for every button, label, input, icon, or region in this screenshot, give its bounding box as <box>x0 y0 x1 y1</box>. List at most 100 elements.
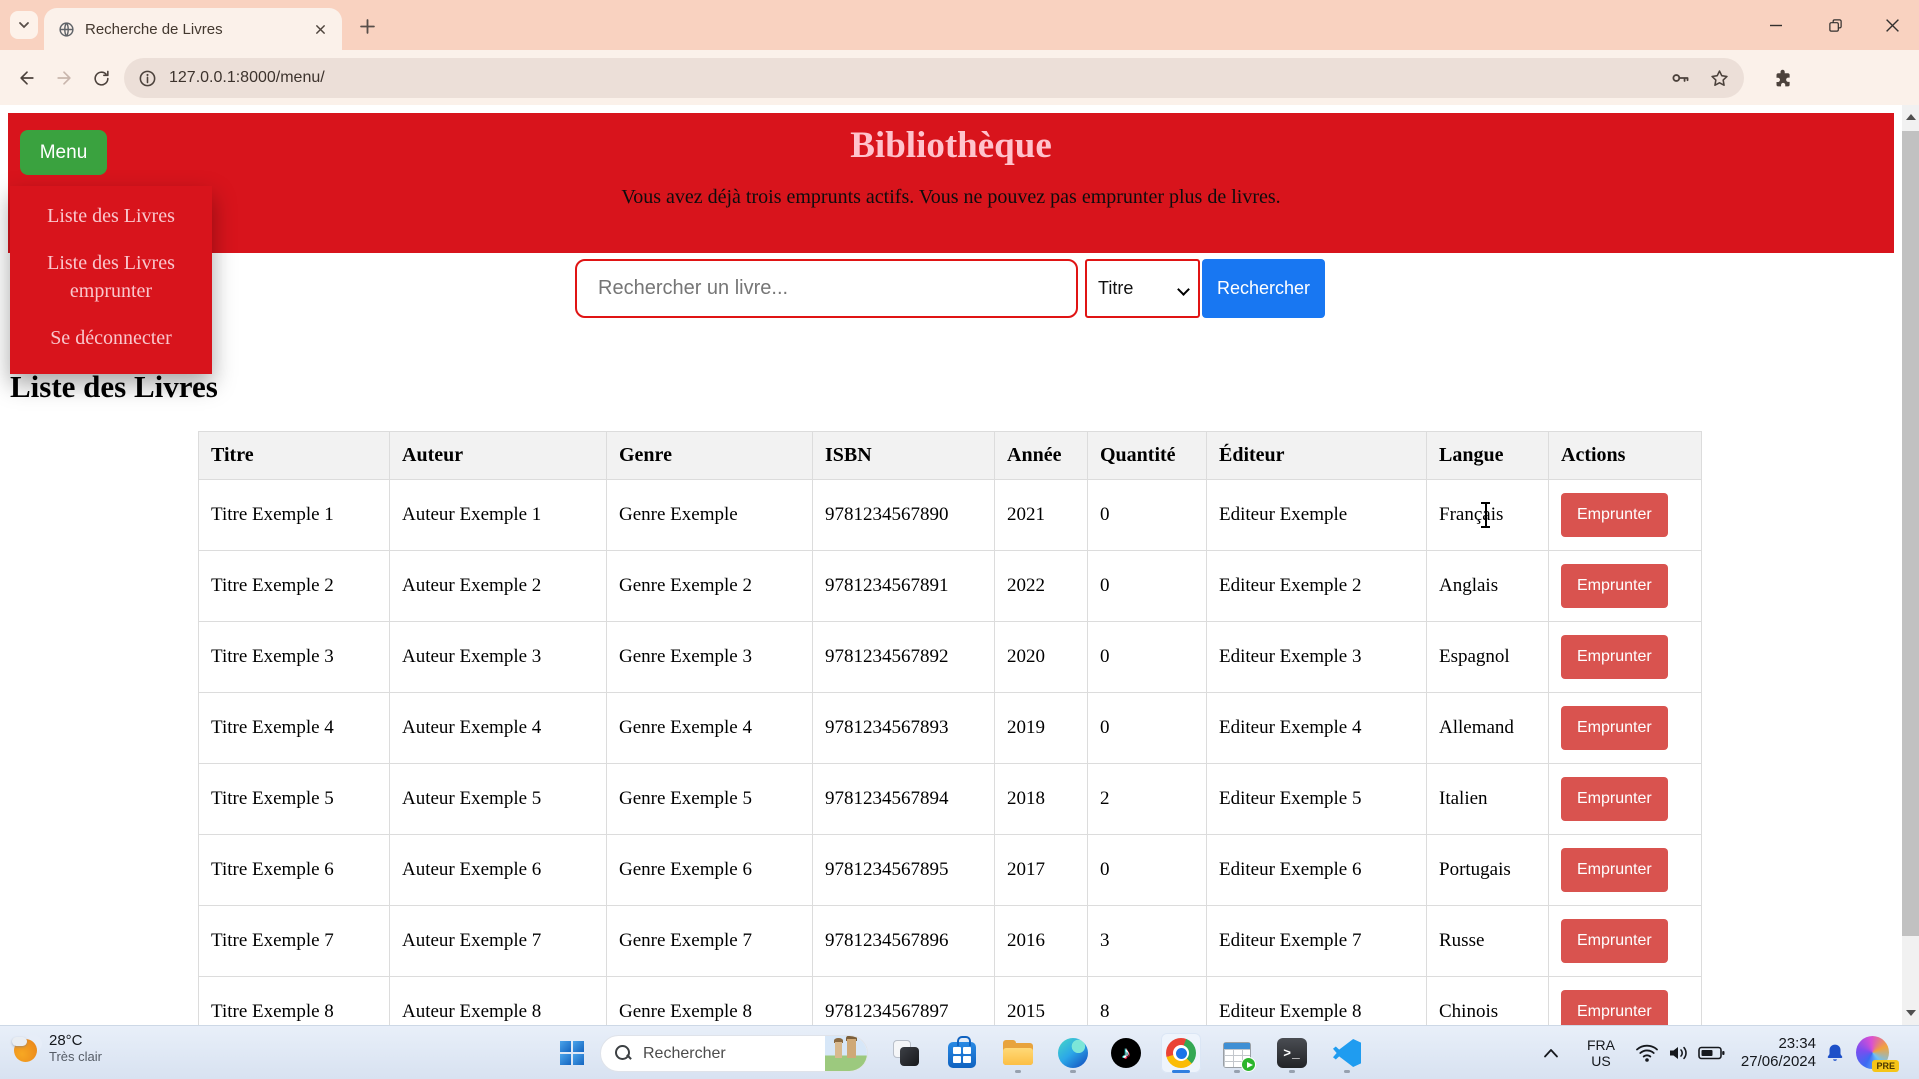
volume-icon <box>1667 1043 1691 1063</box>
reload-icon[interactable] <box>86 63 116 93</box>
cell-titre: Titre Exemple 4 <box>199 693 390 764</box>
edge-icon <box>1058 1038 1088 1068</box>
notifications-button[interactable] <box>1820 1026 1850 1079</box>
cell-annee: 2015 <box>995 977 1088 1026</box>
emprunter-button[interactable]: Emprunter <box>1561 919 1668 963</box>
cell-editeur: Editeur Exemple 5 <box>1207 764 1427 835</box>
cell-langue: Russe <box>1427 906 1549 977</box>
cell-isbn: 9781234567892 <box>813 622 995 693</box>
scrollbar-thumb[interactable] <box>1902 131 1919 936</box>
chrome-icon <box>1166 1038 1196 1068</box>
cell-actions: Emprunter <box>1549 480 1702 551</box>
emprunter-button[interactable]: Emprunter <box>1561 777 1668 821</box>
cell-isbn: 9781234567896 <box>813 906 995 977</box>
menu-item-liste-des-livres[interactable]: Liste des Livres <box>10 202 212 230</box>
page-scrollbar[interactable] <box>1902 105 1919 1025</box>
search-submit-button[interactable]: Rechercher <box>1202 259 1325 318</box>
filter-selected-value: Titre <box>1098 278 1133 299</box>
minimize-icon[interactable] <box>1753 0 1799 50</box>
cell-auteur: Auteur Exemple 1 <box>390 480 607 551</box>
start-button[interactable] <box>552 1033 592 1073</box>
site-title: Bibliothèque <box>8 124 1894 167</box>
cell-genre: Genre Exemple 6 <box>607 835 813 906</box>
menu-item-liste-des-livres-emprunter[interactable]: Liste des Livres emprunter <box>10 249 212 305</box>
close-window-icon[interactable] <box>1869 0 1915 50</box>
col-header-isbn: ISBN <box>813 432 995 480</box>
browser-tabstrip: Recherche de Livres <box>0 0 1919 50</box>
taskbar-search-box[interactable]: Rechercher <box>600 1035 868 1072</box>
cell-langue: Chinois <box>1427 977 1549 1026</box>
emprunter-button[interactable]: Emprunter <box>1561 493 1668 537</box>
scrollbar-up-icon[interactable] <box>1902 107 1919 127</box>
search-input[interactable] <box>575 259 1078 318</box>
cell-auteur: Auteur Exemple 2 <box>390 551 607 622</box>
new-tab-icon[interactable] <box>354 13 380 39</box>
scrollbar-down-icon[interactable] <box>1902 1003 1919 1023</box>
weather-widget[interactable]: 28°C Très clair <box>12 1032 102 1065</box>
chevron-up-icon <box>1543 1048 1559 1058</box>
task-view-button[interactable] <box>886 1033 926 1073</box>
screen: Recherche de Livres <box>0 0 1919 1079</box>
cell-langue: Portugais <box>1427 835 1549 906</box>
cell-quantite: 0 <box>1088 551 1207 622</box>
cell-annee: 2020 <box>995 622 1088 693</box>
search-filter-select[interactable]: Titre <box>1085 259 1200 318</box>
terminal-icon: >_ <box>1277 1038 1307 1068</box>
database-tool-button[interactable] <box>1217 1033 1257 1073</box>
table-row: Titre Exemple 5 Auteur Exemple 5 Genre E… <box>199 764 1702 835</box>
chevron-down-icon <box>1177 283 1190 296</box>
extensions-puzzle-icon[interactable] <box>1768 63 1798 93</box>
tab-search-chevron-button[interactable] <box>10 11 38 39</box>
emprunter-button[interactable]: Emprunter <box>1561 848 1668 892</box>
cell-titre: Titre Exemple 6 <box>199 835 390 906</box>
cell-genre: Genre Exemple <box>607 480 813 551</box>
browser-toolbar: 127.0.0.1:8000/menu/ ⋮ <box>0 50 1919 105</box>
file-explorer-button[interactable] <box>998 1033 1038 1073</box>
battery-button[interactable] <box>1694 1026 1728 1079</box>
close-tab-icon[interactable] <box>310 19 330 39</box>
microsoft-store-button[interactable] <box>942 1033 982 1073</box>
tray-chevron-button[interactable] <box>1534 1026 1568 1079</box>
tiktok-button[interactable]: ♪ <box>1106 1033 1146 1073</box>
cell-auteur: Auteur Exemple 5 <box>390 764 607 835</box>
cell-langue: Espagnol <box>1427 622 1549 693</box>
vscode-button[interactable] <box>1327 1033 1367 1073</box>
edge-button[interactable] <box>1053 1033 1093 1073</box>
cell-isbn: 9781234567891 <box>813 551 995 622</box>
clock-widget[interactable]: 23:34 27/06/2024 <box>1734 1026 1816 1079</box>
menu-item-se-deconnecter[interactable]: Se déconnecter <box>10 324 212 352</box>
tab-title: Recherche de Livres <box>85 21 310 38</box>
bookmark-star-icon[interactable] <box>1709 68 1730 89</box>
site-info-icon[interactable] <box>138 69 157 88</box>
forward-icon[interactable] <box>49 63 79 93</box>
back-icon[interactable] <box>12 63 42 93</box>
copilot-pre-badge: PRE <box>1872 1060 1899 1072</box>
password-key-icon[interactable] <box>1669 67 1691 89</box>
cell-titre: Titre Exemple 2 <box>199 551 390 622</box>
emprunter-button[interactable]: Emprunter <box>1561 990 1668 1025</box>
cell-langue: Allemand <box>1427 693 1549 764</box>
emprunter-button[interactable]: Emprunter <box>1561 635 1668 679</box>
restore-icon[interactable] <box>1812 0 1858 50</box>
search-icon <box>615 1045 632 1062</box>
cell-genre: Genre Exemple 2 <box>607 551 813 622</box>
emprunter-button[interactable]: Emprunter <box>1561 706 1668 750</box>
table-row: Titre Exemple 6 Auteur Exemple 6 Genre E… <box>199 835 1702 906</box>
browser-tab[interactable]: Recherche de Livres <box>44 8 342 50</box>
chrome-button[interactable] <box>1161 1033 1201 1073</box>
copilot-button[interactable]: PRE <box>1856 1036 1889 1069</box>
cell-annee: 2017 <box>995 835 1088 906</box>
volume-button[interactable] <box>1664 1026 1694 1079</box>
url-bar[interactable]: 127.0.0.1:8000/menu/ <box>124 58 1744 98</box>
cell-editeur: Editeur Exemple 3 <box>1207 622 1427 693</box>
cell-quantite: 0 <box>1088 835 1207 906</box>
notification-bell-icon <box>1824 1042 1846 1064</box>
emprunter-button[interactable]: Emprunter <box>1561 564 1668 608</box>
cell-annee: 2018 <box>995 764 1088 835</box>
cell-editeur: Editeur Exemple 8 <box>1207 977 1427 1026</box>
wifi-button[interactable] <box>1632 1026 1662 1079</box>
cell-quantite: 3 <box>1088 906 1207 977</box>
language-indicator[interactable]: FRA US <box>1578 1026 1624 1079</box>
terminal-button[interactable]: >_ <box>1272 1033 1312 1073</box>
clock-time: 23:34 <box>1778 1035 1816 1053</box>
